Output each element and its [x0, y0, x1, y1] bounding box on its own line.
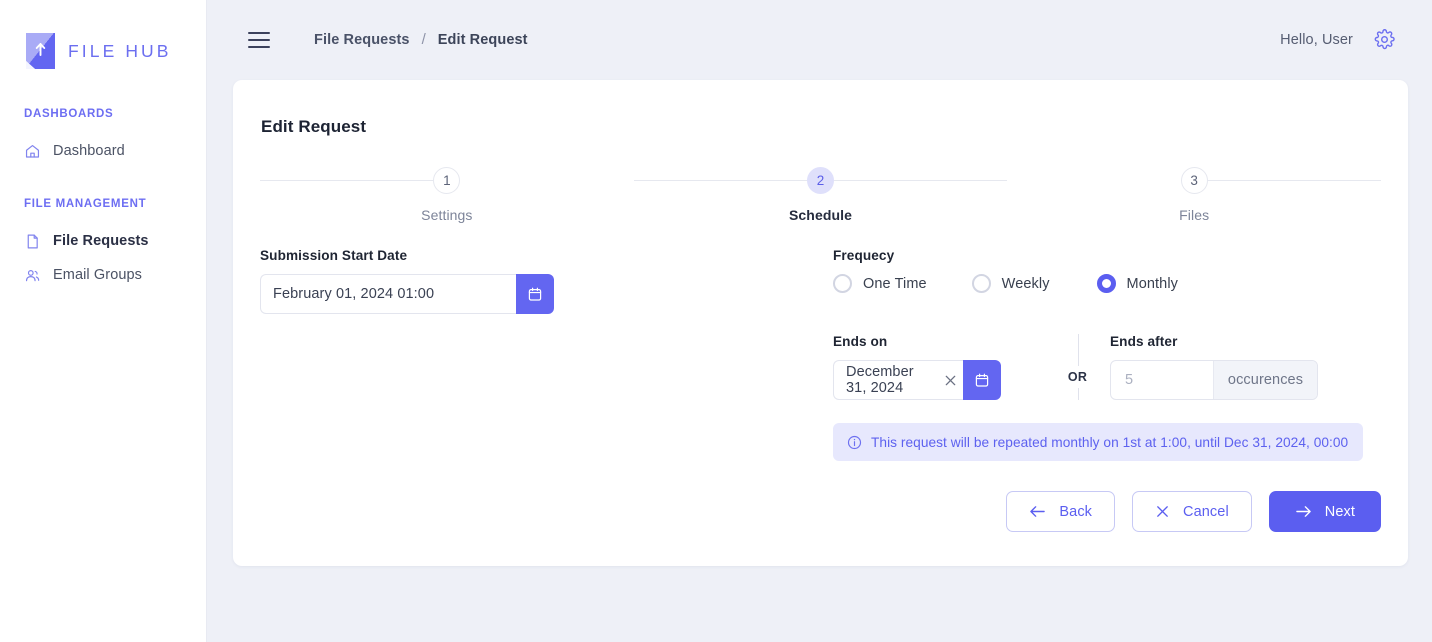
- card-actions: Back Cancel Next: [1006, 491, 1381, 532]
- radio-indicator[interactable]: [971, 274, 991, 293]
- start-date-column: Submission Start Date February 01, 2024 …: [260, 248, 833, 461]
- brand[interactable]: FILE HUB: [0, 24, 206, 78]
- cancel-button-label: Cancel: [1183, 503, 1229, 520]
- cancel-button[interactable]: Cancel: [1132, 491, 1252, 532]
- frequency-radio-group: One Time Weekly Monthly: [833, 274, 1381, 293]
- sidebar-item-label: Email Groups: [53, 267, 143, 283]
- step-schedule[interactable]: 2 Schedule: [633, 167, 1008, 227]
- step-label: Schedule: [788, 207, 853, 223]
- recurrence-info-banner: This request will be repeated monthly on…: [833, 423, 1363, 461]
- next-button[interactable]: Next: [1268, 491, 1381, 532]
- recurrence-end-row: Ends on December 31, 2024 OR Ends after …: [833, 334, 1381, 400]
- calendar-icon[interactable]: [516, 274, 554, 314]
- arrow-left-icon: [1029, 504, 1046, 519]
- breadcrumb-item-edit-request: Edit Request: [437, 31, 528, 48]
- step-number[interactable]: 3: [1180, 167, 1208, 194]
- sidebar-item-label: File Requests: [53, 233, 149, 249]
- user-greeting: Hello, User: [1280, 31, 1353, 48]
- main-area: File Requests / Edit Request Hello, User…: [207, 0, 1432, 642]
- schedule-form: Submission Start Date February 01, 2024 …: [260, 248, 1381, 461]
- step-connector: [1194, 180, 1382, 181]
- radio-one-time[interactable]: One Time: [833, 274, 927, 293]
- step-label: Settings: [421, 207, 473, 223]
- step-settings[interactable]: 1 Settings: [260, 167, 634, 227]
- page-title: Edit Request: [261, 117, 367, 136]
- submission-start-date-field[interactable]: February 01, 2024 01:00: [260, 274, 554, 314]
- breadcrumb-item-file-requests[interactable]: File Requests: [314, 32, 410, 48]
- topbar-right: Hello, User: [1280, 29, 1395, 51]
- or-divider-group: OR: [1045, 334, 1110, 400]
- ends-on-column: Ends on December 31, 2024: [833, 334, 1045, 400]
- radio-label: Weekly: [1001, 275, 1050, 292]
- sidebar-heading-dashboards: DASHBOARDS: [24, 108, 114, 120]
- sidebar: FILE HUB DASHBOARDS Dashboard FILE MANAG…: [0, 0, 207, 642]
- frequency-label: Frequecy: [833, 248, 895, 263]
- ends-on-label: Ends on: [833, 334, 888, 349]
- radio-label: Monthly: [1126, 275, 1179, 292]
- sidebar-item-file-requests[interactable]: File Requests: [0, 224, 206, 258]
- radio-monthly[interactable]: Monthly: [1096, 274, 1179, 293]
- submission-start-date-label: Submission Start Date: [260, 248, 408, 263]
- back-button[interactable]: Back: [1006, 491, 1116, 532]
- info-banner-text: This request will be repeated monthly on…: [871, 434, 1349, 450]
- sidebar-item-label: Dashboard: [53, 143, 125, 159]
- sidebar-item-dashboard[interactable]: Dashboard: [0, 134, 206, 168]
- ends-on-input[interactable]: December 31, 2024: [833, 360, 937, 400]
- file-upload-logo-icon: [24, 31, 57, 71]
- next-button-label: Next: [1324, 503, 1355, 520]
- users-icon: [24, 267, 41, 284]
- step-label: Files: [1179, 207, 1210, 223]
- step-connector: [260, 180, 447, 181]
- calendar-icon[interactable]: [963, 360, 1001, 400]
- ends-after-input[interactable]: 5: [1111, 361, 1213, 399]
- ends-after-suffix: occurences: [1213, 361, 1317, 399]
- radio-label: One Time: [863, 275, 927, 292]
- topbar: File Requests / Edit Request Hello, User: [207, 0, 1432, 79]
- edit-request-card: Edit Request 1 Settings 2 Schedule 3 Fil…: [233, 80, 1408, 566]
- radio-indicator[interactable]: [1096, 274, 1116, 293]
- back-button-label: Back: [1059, 503, 1093, 520]
- ends-on-clear-wrap: [937, 360, 963, 400]
- wizard-stepper: 1 Settings 2 Schedule 3 Files: [260, 167, 1382, 227]
- ends-after-label: Ends after: [1110, 334, 1178, 349]
- breadcrumb-separator: /: [421, 31, 426, 48]
- ends-on-field[interactable]: December 31, 2024: [833, 360, 1001, 400]
- arrow-right-icon: [1295, 504, 1312, 519]
- radio-weekly[interactable]: Weekly: [971, 274, 1050, 293]
- sidebar-section-dashboards: DASHBOARDS Dashboard: [0, 108, 206, 168]
- ends-after-field[interactable]: 5 occurences: [1110, 360, 1318, 400]
- info-circle-icon: [847, 435, 862, 450]
- radio-indicator[interactable]: [833, 274, 852, 293]
- or-label: OR: [1061, 366, 1094, 388]
- sidebar-section-file-management: FILE MANAGEMENT File Requests Email Grou…: [0, 198, 206, 292]
- document-icon: [24, 233, 41, 250]
- breadcrumb: File Requests / Edit Request: [314, 31, 528, 48]
- frequency-column: Frequecy One Time Weekly Monthly Ends on…: [833, 248, 1381, 461]
- close-icon: [1155, 504, 1170, 519]
- sidebar-heading-file-management: FILE MANAGEMENT: [24, 198, 147, 210]
- step-number[interactable]: 2: [807, 167, 834, 194]
- step-number[interactable]: 1: [433, 167, 461, 194]
- step-files[interactable]: 3 Files: [1007, 167, 1382, 227]
- sidebar-item-email-groups[interactable]: Email Groups: [0, 258, 206, 292]
- hamburger-menu-icon[interactable]: [248, 31, 270, 48]
- close-icon[interactable]: [937, 374, 963, 387]
- submission-start-date-input[interactable]: February 01, 2024 01:00: [260, 274, 516, 314]
- app-root: FILE HUB DASHBOARDS Dashboard FILE MANAG…: [0, 0, 1432, 642]
- ends-after-column: Ends after 5 occurences: [1110, 334, 1318, 400]
- brand-name: FILE HUB: [68, 40, 172, 61]
- gear-icon[interactable]: [1373, 29, 1395, 51]
- home-icon: [24, 143, 41, 160]
